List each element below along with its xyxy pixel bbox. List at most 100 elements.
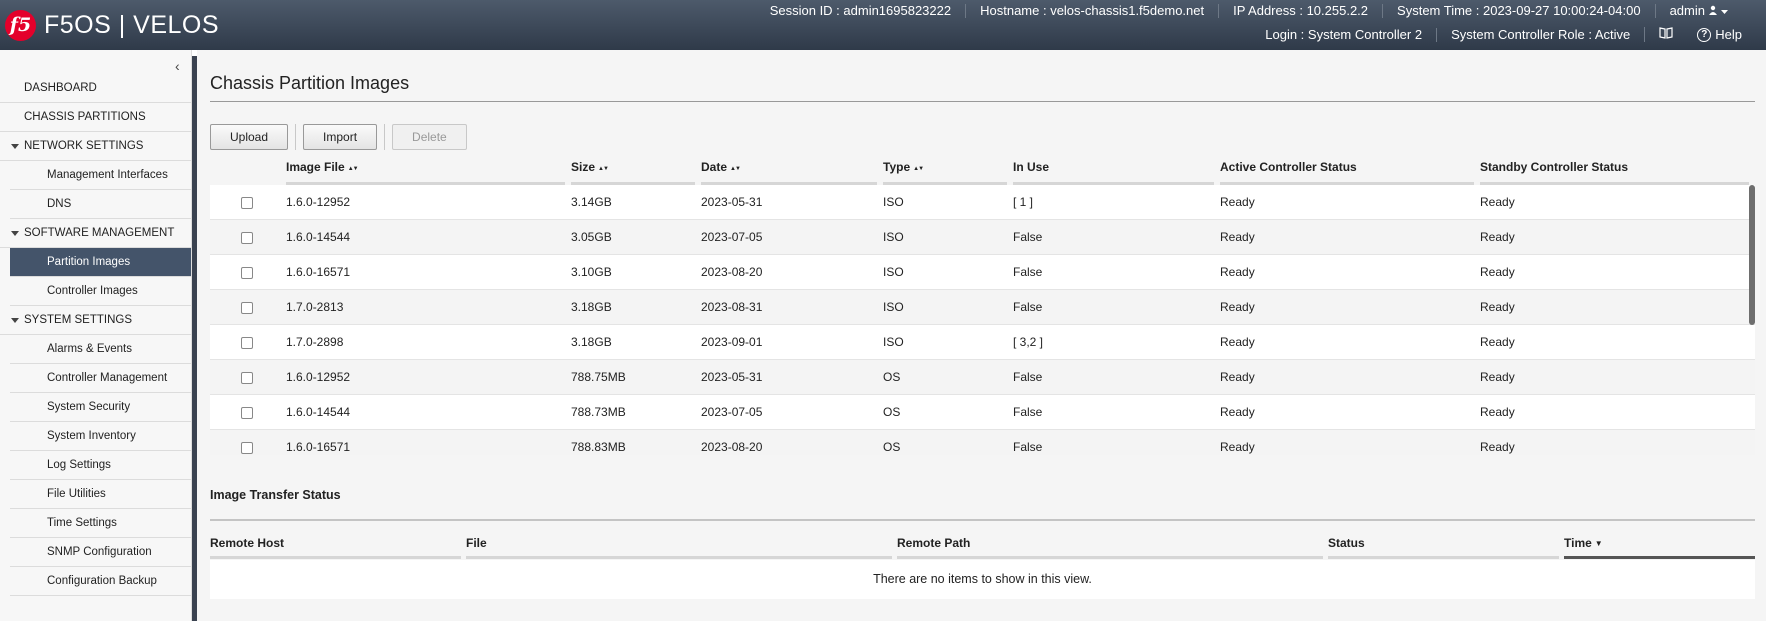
row-checkbox[interactable] — [241, 442, 253, 454]
cell-in-use: False — [1013, 405, 1043, 419]
sort-icon[interactable]: ▲▼ — [348, 166, 359, 172]
collapse-sidebar-icon[interactable]: ‹ — [175, 58, 180, 74]
cell-date: 2023-05-31 — [701, 195, 763, 209]
table-row[interactable]: 1.6.0-12952 3.14GB 2023-05-31 ISO [ 1 ] Ready… — [210, 185, 1755, 220]
sidebar-item-system-security[interactable]: System Security — [10, 393, 191, 422]
sidebar-item-label: Partition Images — [47, 256, 131, 268]
cell-type: OS — [883, 370, 901, 384]
cell-type: ISO — [883, 195, 904, 209]
sidebar-item-partition-images[interactable]: Partition Images — [10, 248, 191, 277]
images-table-body[interactable]: 1.6.0-12952 3.14GB 2023-05-31 ISO [ 1 ] Ready… — [210, 185, 1755, 455]
sidebar-item-network-settings[interactable]: NETWORK SETTINGS — [0, 132, 191, 161]
table-row[interactable]: 1.6.0-16571 788.83MB 2023-08-20 OS False Read… — [210, 430, 1755, 455]
sidebar-item-label: SYSTEM SETTINGS — [24, 314, 132, 326]
table-row[interactable]: 1.6.0-14544 788.73MB 2023-07-05 OS False Read… — [210, 395, 1755, 430]
transfer-column-status[interactable]: Status — [1328, 536, 1564, 559]
cell-active-controller-status: Ready — [1220, 230, 1255, 244]
sidebar-item-dashboard[interactable]: DASHBOARD — [0, 74, 191, 103]
sidebar-item-label: Configuration Backup — [47, 575, 157, 587]
cell-active-controller-status: Ready — [1220, 335, 1255, 349]
transfer-column-remote-path[interactable]: Remote Path — [897, 536, 1328, 559]
cell-active-controller-status: Ready — [1220, 370, 1255, 384]
sort-icon[interactable]: ▲▼ — [730, 166, 741, 172]
table-row[interactable]: 1.6.0-14544 3.05GB 2023-07-05 ISO False Ready… — [210, 220, 1755, 255]
column-underline — [897, 556, 1323, 559]
sidebar-item-label: System Inventory — [47, 430, 136, 442]
cell-image-file: 1.6.0-14544 — [286, 405, 351, 419]
sidebar-item-chassis-partitions[interactable]: CHASSIS PARTITIONS — [0, 103, 191, 132]
help-button[interactable]: ? Help — [1687, 27, 1742, 42]
sidebar-item-management-interfaces[interactable]: Management Interfaces — [10, 161, 191, 190]
table-row[interactable]: 1.7.0-2898 3.18GB 2023-09-01 ISO [ 3,2 ] Read… — [210, 325, 1755, 360]
cell-active-controller-status: Ready — [1220, 300, 1255, 314]
sort-desc-icon[interactable]: ▼ — [1595, 539, 1603, 548]
row-select-cell — [210, 255, 286, 289]
cell-image-file: 1.6.0-16571 — [286, 440, 351, 454]
row-checkbox[interactable] — [241, 232, 253, 244]
sidebar-item-dns[interactable]: DNS — [10, 190, 191, 219]
row-checkbox[interactable] — [241, 267, 253, 279]
cell-size: 788.73MB — [571, 405, 626, 419]
column-header-image-file[interactable]: Image File ▲▼ — [286, 160, 571, 185]
column-header-size[interactable]: Size ▲▼ — [571, 160, 701, 185]
table-row[interactable]: 1.6.0-16571 3.10GB 2023-08-20 ISO False Ready… — [210, 255, 1755, 290]
row-checkbox[interactable] — [241, 302, 253, 314]
transfer-column-file[interactable]: File — [466, 536, 897, 559]
transfer-column-time[interactable]: Time ▼ — [1564, 536, 1755, 559]
sidebar-item-file-utilities[interactable]: File Utilities — [10, 480, 191, 509]
cell-date: 2023-08-31 — [701, 300, 763, 314]
images-table: Image File ▲▼ Size ▲▼ Date ▲▼ Type ▲▼ In Use Acti… — [210, 160, 1755, 455]
cell-in-use: False — [1013, 370, 1043, 384]
sidebar-item-log-settings[interactable]: Log Settings — [10, 451, 191, 480]
row-select-cell — [210, 360, 286, 394]
table-scrollbar[interactable] — [1749, 185, 1755, 325]
caret-down-icon — [11, 144, 19, 149]
sidebar-item-label: Controller Management — [47, 372, 168, 384]
cell-size: 3.18GB — [571, 335, 612, 349]
column-header-type[interactable]: Type ▲▼ — [883, 160, 1013, 185]
user-icon — [1708, 4, 1718, 18]
upload-button[interactable]: Upload — [210, 124, 289, 150]
ip-address: IP Address : 10.255.2.2 — [1218, 4, 1382, 18]
toolbar-separator — [384, 124, 386, 150]
cell-standby-controller-status: Ready — [1480, 370, 1515, 384]
row-checkbox[interactable] — [241, 407, 253, 419]
column-header-label: File — [466, 536, 487, 550]
user-menu[interactable]: admin — [1654, 4, 1742, 18]
column-underline — [1564, 556, 1755, 559]
column-header-date[interactable]: Date ▲▼ — [701, 160, 883, 185]
sidebar-item-label: DASHBOARD — [24, 82, 97, 94]
import-button[interactable]: Import — [303, 124, 378, 150]
sidebar-item-time-settings[interactable]: Time Settings — [10, 509, 191, 538]
session-id: Session ID : admin1695823222 — [769, 3, 952, 18]
column-header-standby-controller-status: Standby Controller Status — [1480, 160, 1755, 185]
sidebar-item-configuration-backup[interactable]: Configuration Backup — [10, 567, 191, 596]
title-divider — [210, 101, 1755, 102]
row-checkbox[interactable] — [241, 197, 253, 209]
sidebar-item-software-management[interactable]: SOFTWARE MANAGEMENT — [0, 219, 191, 248]
row-checkbox[interactable] — [241, 372, 253, 384]
book-icon — [1659, 27, 1673, 42]
cell-standby-controller-status: Ready — [1480, 265, 1515, 279]
table-row[interactable]: 1.7.0-2813 3.18GB 2023-08-31 ISO False Ready R… — [210, 290, 1755, 325]
sidebar-item-system-inventory[interactable]: System Inventory — [10, 422, 191, 451]
sidebar-item-controller-management[interactable]: Controller Management — [10, 364, 191, 393]
sort-icon[interactable]: ▲▼ — [598, 166, 609, 172]
transfer-column-remote-host[interactable]: Remote Host — [210, 536, 466, 559]
cell-standby-controller-status: Ready — [1480, 405, 1515, 419]
sidebar-item-controller-images[interactable]: Controller Images — [10, 277, 191, 306]
row-checkbox[interactable] — [241, 337, 253, 349]
sidebar-item-system-settings[interactable]: SYSTEM SETTINGS — [0, 306, 191, 335]
page-title: Chassis Partition Images — [210, 73, 410, 93]
sidebar-item-snmp-configuration[interactable]: SNMP Configuration — [10, 538, 191, 567]
sort-icon[interactable]: ▲▼ — [913, 166, 924, 172]
sidebar-item-alarms-events[interactable]: Alarms & Events — [10, 335, 191, 364]
cell-in-use: False — [1013, 440, 1043, 454]
docs-button[interactable] — [1644, 27, 1687, 42]
toolbar-separator — [295, 124, 297, 150]
transfer-table-header: Remote Host File Remote Path Status Time ▼ — [210, 536, 1755, 559]
sidebar-item-label: Alarms & Events — [47, 343, 132, 355]
cell-in-use: [ 3,2 ] — [1013, 335, 1044, 349]
sidebar-item-label: File Utilities — [47, 488, 106, 500]
table-row[interactable]: 1.6.0-12952 788.75MB 2023-05-31 OS False Read… — [210, 360, 1755, 395]
